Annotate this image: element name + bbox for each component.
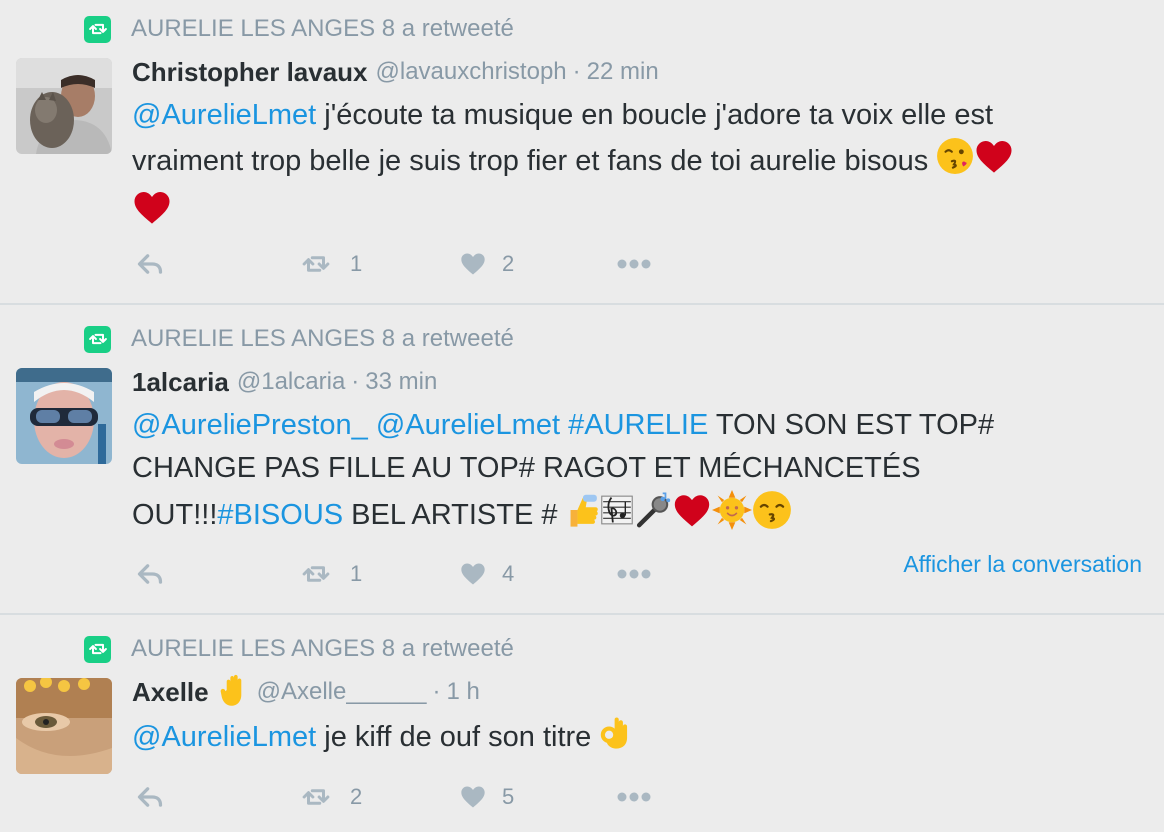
retweeted-by-label[interactable]: AURELIE LES ANGES 8 a retweeté bbox=[131, 635, 514, 663]
retweet-count: 2 bbox=[350, 784, 363, 809]
tweet-text-line: BEL ARTISTE # bbox=[343, 499, 566, 532]
reply-icon bbox=[134, 560, 166, 588]
like-icon bbox=[458, 250, 488, 278]
ok-hand-emoji bbox=[599, 714, 633, 763]
tweet-actions: 1 4 bbox=[134, 559, 1034, 589]
timestamp[interactable]: 1 h bbox=[446, 678, 479, 706]
separator-dot: · bbox=[572, 58, 581, 85]
mention-link[interactable]: @AurelieLmet bbox=[132, 721, 316, 753]
retweet-context: AURELIE LES ANGES 8 a retweeté bbox=[84, 634, 514, 664]
tweet-actions: 1 2 bbox=[134, 249, 1034, 279]
avatar[interactable] bbox=[16, 678, 112, 774]
tweet-text-line: je kiff de ouf son titre bbox=[316, 721, 600, 754]
show-conversation-link[interactable]: Afficher la conversation bbox=[903, 551, 1142, 578]
retweet-count: 1 bbox=[350, 251, 363, 276]
tweet-text-line: TON SON EST TOP# bbox=[708, 409, 995, 441]
like-button[interactable]: 2 bbox=[458, 249, 514, 279]
tweet-text-line: OUT!!! bbox=[132, 499, 218, 532]
heart-emoji bbox=[974, 137, 1014, 188]
user-handle[interactable]: @Axelle______ bbox=[257, 678, 427, 706]
tweet-text: @AurelieLmet j'écoute ta musique en bouc… bbox=[132, 94, 1132, 239]
retweet-icon bbox=[84, 325, 111, 353]
user-handle[interactable]: @1alcaria bbox=[237, 368, 345, 396]
tweet-text-line: vraiment trop belle je suis trop fier et… bbox=[132, 145, 937, 178]
like-count: 2 bbox=[502, 251, 515, 276]
tweet-text-line: j'écoute ta musique en boucle j'adore ta… bbox=[316, 99, 994, 131]
kissing-emoji bbox=[752, 490, 792, 543]
retweet-context: AURELIE LES ANGES 8 a retweeté bbox=[84, 324, 514, 354]
retweet-icon bbox=[84, 635, 111, 663]
mention-link[interactable]: @AurelieLmet bbox=[132, 99, 316, 131]
like-count: 5 bbox=[502, 784, 515, 809]
retweet-icon bbox=[84, 15, 111, 43]
reply-button[interactable] bbox=[134, 782, 166, 812]
mention-link[interactable]: @AurelieLmet bbox=[376, 409, 560, 441]
tweet[interactable]: AURELIE LES ANGES 8 a retweeté Axelle @A… bbox=[0, 615, 1164, 832]
timestamp[interactable]: 33 min bbox=[365, 368, 437, 396]
user-handle[interactable]: @lavauxchristoph bbox=[376, 58, 567, 86]
raised-hand-emoji bbox=[219, 673, 249, 712]
thumbs-up-emoji bbox=[566, 492, 600, 541]
reply-icon bbox=[134, 250, 166, 278]
more-icon bbox=[614, 791, 654, 803]
retweet-icon bbox=[296, 559, 336, 589]
heart-emoji bbox=[132, 188, 172, 239]
tweet[interactable]: AURELIE LES ANGES 8 a retweeté 1alcaria … bbox=[0, 305, 1164, 613]
more-icon bbox=[614, 568, 654, 580]
like-count: 4 bbox=[502, 561, 515, 586]
sun-emoji bbox=[711, 490, 752, 543]
tweet-text: @AurelieLmet je kiff de ouf son titre bbox=[132, 714, 1132, 763]
hashtag-link[interactable]: #AURELIE bbox=[568, 409, 708, 441]
more-button[interactable] bbox=[614, 559, 654, 589]
display-name[interactable]: 1alcaria bbox=[132, 367, 229, 398]
kiss-emoji bbox=[936, 137, 974, 188]
tweet-header: Axelle @Axelle______ · 1 h bbox=[132, 673, 480, 712]
retweet-context: AURELIE LES ANGES 8 a retweeté bbox=[84, 14, 514, 44]
timeline: AURELIE LES ANGES 8 a retweeté Christoph… bbox=[0, 0, 1164, 832]
tweet-text: @AureliePreston_ @AurelieLmet #AURELIE T… bbox=[132, 404, 1132, 543]
hashtag-link[interactable]: #BISOUS bbox=[217, 499, 343, 531]
retweet-icon bbox=[296, 249, 336, 279]
separator-dot: · bbox=[351, 368, 360, 395]
display-name[interactable]: Christopher lavaux bbox=[132, 57, 368, 88]
retweeted-by-label[interactable]: AURELIE LES ANGES 8 a retweeté bbox=[131, 15, 514, 43]
more-button[interactable] bbox=[614, 249, 654, 279]
retweet-count: 1 bbox=[350, 561, 363, 586]
like-icon bbox=[458, 560, 488, 588]
display-name[interactable]: Axelle bbox=[132, 677, 209, 708]
microphone-emoji bbox=[634, 492, 672, 541]
avatar[interactable] bbox=[16, 58, 112, 154]
retweet-button[interactable]: 1 bbox=[296, 559, 362, 589]
like-icon bbox=[458, 783, 488, 811]
heart-emoji bbox=[672, 492, 712, 541]
tweet-actions: 2 5 bbox=[134, 782, 1034, 812]
separator-dot: · bbox=[432, 678, 441, 705]
tweet-header: 1alcaria @1alcaria · 33 min bbox=[132, 365, 437, 399]
like-button[interactable]: 4 bbox=[458, 559, 514, 589]
like-button[interactable]: 5 bbox=[458, 782, 514, 812]
tweet-header: Christopher lavaux @lavauxchristoph · 22… bbox=[132, 55, 659, 89]
retweeted-by-label[interactable]: AURELIE LES ANGES 8 a retweeté bbox=[131, 325, 514, 353]
mention-link[interactable]: @AureliePreston_ bbox=[132, 409, 368, 441]
reply-button[interactable] bbox=[134, 249, 166, 279]
tweet-text-line: CHANGE PAS FILLE AU TOP# RAGOT ET MÉCHAN… bbox=[132, 452, 921, 484]
more-icon bbox=[614, 258, 654, 270]
retweet-button[interactable]: 2 bbox=[296, 782, 362, 812]
more-button[interactable] bbox=[614, 782, 654, 812]
reply-icon bbox=[134, 783, 166, 811]
reply-button[interactable] bbox=[134, 559, 166, 589]
timestamp[interactable]: 22 min bbox=[587, 58, 659, 86]
tweet[interactable]: AURELIE LES ANGES 8 a retweeté Christoph… bbox=[0, 0, 1164, 303]
retweet-icon bbox=[296, 782, 336, 812]
retweet-button[interactable]: 1 bbox=[296, 249, 362, 279]
music-score-emoji bbox=[600, 492, 634, 541]
avatar[interactable] bbox=[16, 368, 112, 464]
